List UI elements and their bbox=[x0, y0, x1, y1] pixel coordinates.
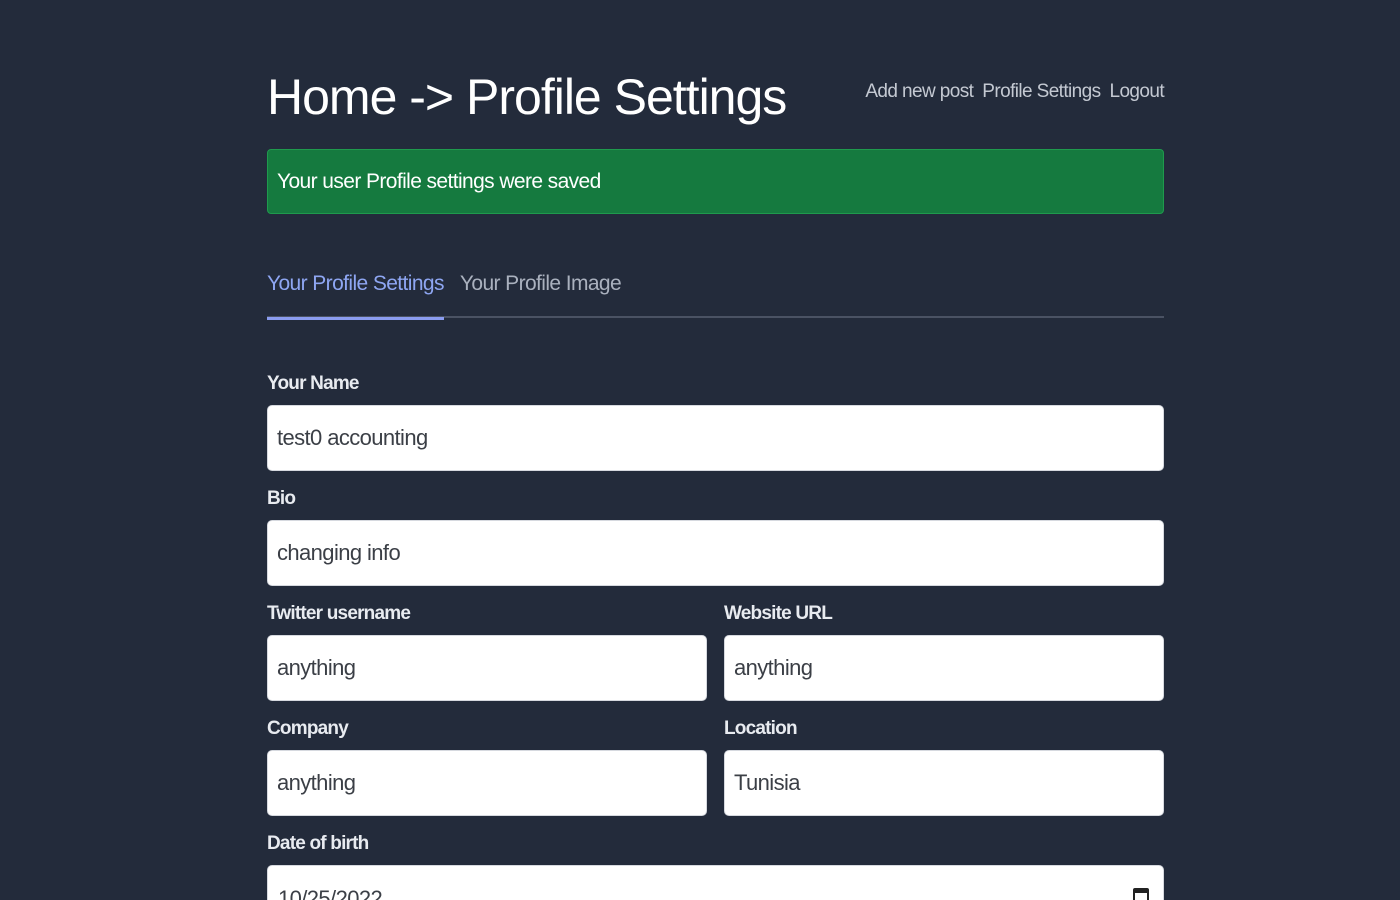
page: Home -> Profile Settings Add new post Pr… bbox=[0, 0, 1400, 900]
alert-message: Your user Profile settings were saved bbox=[277, 169, 601, 193]
location-input[interactable] bbox=[724, 750, 1164, 816]
company-label: Company bbox=[267, 718, 349, 739]
dob-input[interactable]: 10/25/2022 bbox=[267, 865, 1164, 900]
name-input[interactable] bbox=[267, 405, 1164, 471]
website-input[interactable] bbox=[724, 635, 1164, 701]
success-alert: Your user Profile settings were saved bbox=[267, 149, 1164, 214]
location-label: Location bbox=[724, 718, 798, 739]
calendar-icon[interactable] bbox=[1133, 888, 1149, 900]
name-label: Your Name bbox=[267, 373, 360, 394]
nav-add-new-post-link[interactable]: Add new post bbox=[865, 81, 974, 103]
tab-profile-settings[interactable]: Your Profile Settings bbox=[267, 262, 445, 320]
dob-label: Date of birth bbox=[267, 833, 369, 854]
top-nav: Add new post Profile Settings Logout bbox=[865, 81, 1164, 103]
bio-input[interactable] bbox=[267, 520, 1164, 586]
website-label: Website URL bbox=[724, 603, 833, 624]
tab-profile-image[interactable]: Your Profile Image bbox=[460, 262, 622, 318]
nav-profile-settings-link[interactable]: Profile Settings bbox=[982, 81, 1101, 103]
twitter-label: Twitter username bbox=[267, 603, 411, 624]
page-title: Home -> Profile Settings bbox=[267, 69, 787, 125]
dob-value: 10/25/2022 bbox=[278, 886, 383, 900]
company-input[interactable] bbox=[267, 750, 707, 816]
nav-logout-link[interactable]: Logout bbox=[1109, 81, 1164, 103]
settings-tabs: Your Profile Settings Your Profile Image bbox=[267, 262, 1164, 320]
header: Home -> Profile Settings Add new post Pr… bbox=[267, 66, 1165, 136]
bio-label: Bio bbox=[267, 488, 296, 509]
twitter-input[interactable] bbox=[267, 635, 707, 701]
